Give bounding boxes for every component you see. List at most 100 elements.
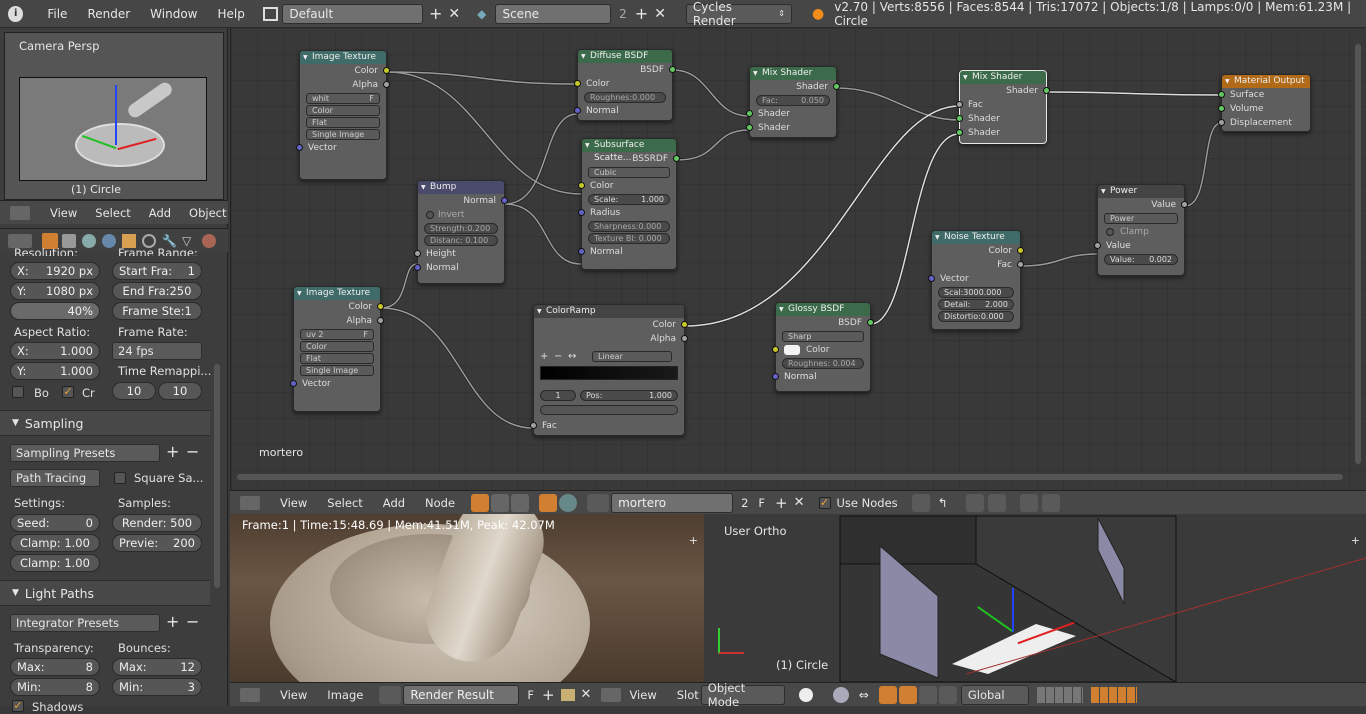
compositing-nodes-icon[interactable] (511, 493, 530, 512)
texture-blur-field[interactable]: Texture Bl: 0.000 (588, 233, 670, 244)
volume-input-socket[interactable] (1218, 105, 1225, 112)
image-fake-user-button[interactable]: F (527, 688, 534, 702)
add-material-button[interactable]: + (775, 494, 788, 512)
start-frame-field[interactable]: Start Fra: 1 (112, 262, 202, 280)
transp-min-field[interactable]: Min: 8 (10, 678, 100, 696)
add-preset-button[interactable]: + (166, 442, 179, 461)
projection-select[interactable]: Flat (300, 353, 374, 364)
node-noise-texture[interactable]: Noise Texture Color Fac Vector Scal:3000… (928, 230, 1024, 330)
fac-input-socket[interactable] (530, 422, 537, 429)
go-parent-icon[interactable]: ↰ (938, 496, 948, 510)
node-header[interactable]: Power (1098, 185, 1184, 198)
stop-index-field[interactable]: 1 (540, 390, 576, 401)
node-header[interactable]: Subsurface Scatte... (582, 139, 676, 163)
manipulator-z[interactable] (1012, 588, 1014, 632)
menu-help[interactable]: Help (218, 7, 245, 21)
translate-manipulator-icon[interactable] (878, 685, 897, 704)
border-checkbox[interactable] (12, 386, 24, 398)
rotate-manipulator-icon[interactable] (898, 685, 917, 704)
color-space-select[interactable]: Color (306, 105, 380, 116)
fake-user-button[interactable]: F (758, 496, 765, 510)
shader-output-socket[interactable] (833, 83, 840, 90)
preview-samples-field[interactable]: Previe: 200 (112, 534, 202, 552)
remove-preset-button[interactable]: − (186, 442, 199, 461)
info-icon[interactable]: i (8, 5, 24, 22)
fake-user-toggle[interactable]: F (369, 94, 374, 103)
distortion-field[interactable]: Distortio:0.000 (938, 311, 1014, 322)
bsdf-output-socket[interactable] (867, 319, 874, 326)
node-material-output[interactable]: Material Output Surface Volume Displacem… (1218, 74, 1311, 132)
alpha-output-socket[interactable] (383, 81, 390, 88)
shading-sphere-icon[interactable] (798, 687, 813, 702)
value-field[interactable]: Value: 0.002 (1104, 254, 1178, 265)
node-header[interactable]: Glossy BSDF (776, 303, 870, 316)
normal-input-socket[interactable] (414, 264, 421, 271)
view3d-editor-type-icon[interactable] (601, 687, 622, 702)
position-field[interactable]: Pos: 1.000 (580, 390, 678, 401)
roughness-field[interactable]: Roughnes:0.000 (584, 92, 666, 103)
new-image-button[interactable]: + (542, 686, 555, 704)
menu-file[interactable]: File (47, 7, 67, 21)
normal-input-socket[interactable] (772, 373, 779, 380)
clamp-checkbox[interactable] (1106, 228, 1114, 236)
transform-orientation-icon[interactable] (938, 685, 957, 704)
strength-field[interactable]: Strength:0.200 (424, 223, 498, 234)
node-header[interactable]: Noise Texture (932, 231, 1020, 244)
source-select[interactable]: Single Image (306, 129, 380, 140)
node-header[interactable]: Bump (418, 181, 504, 194)
editor-type-icon[interactable] (10, 205, 30, 220)
world-tab-icon[interactable] (102, 233, 116, 248)
normal-output-socket[interactable] (501, 197, 508, 204)
res-x-field[interactable]: X: 1920 px (10, 262, 100, 280)
material-name-field[interactable]: mortero (611, 492, 734, 513)
properties-scrollbar[interactable] (214, 364, 220, 588)
remove-stop-button[interactable]: − (554, 351, 568, 362)
scene-field[interactable]: Scene (495, 3, 612, 24)
node-header[interactable]: Mix Shader (750, 67, 836, 80)
left-menu-add[interactable]: Add (149, 206, 171, 220)
bounce-min-field[interactable]: Min: 3 (112, 678, 202, 696)
open-image-button[interactable] (560, 688, 575, 701)
integrator-presets-select[interactable]: Integrator Presets (10, 614, 160, 632)
color-input-socket[interactable] (574, 80, 581, 87)
color-input-socket[interactable] (772, 346, 779, 353)
projection-select[interactable]: Flat (306, 117, 380, 128)
fake-user-toggle[interactable]: F (363, 330, 368, 339)
node-editor-vscrollbar[interactable] (1355, 44, 1361, 464)
source-select[interactable]: Single Image (300, 365, 374, 376)
scale-manipulator-icon[interactable] (918, 685, 937, 704)
res-percent-field[interactable]: 40% (10, 302, 100, 320)
object-shader-icon[interactable] (539, 493, 558, 512)
node-editor-hscrollbar[interactable] (237, 474, 1343, 480)
close-scene-button[interactable]: ✕ (654, 6, 666, 22)
node-mix-shader-1[interactable]: Mix Shader Shader Fac: 0.050 Shader Shade… (746, 66, 840, 138)
bssrdf-output-socket[interactable] (673, 155, 680, 162)
path-tracing-select[interactable]: Path Tracing (10, 469, 100, 487)
radius-input-socket[interactable] (578, 209, 585, 216)
stop-color-swatch[interactable] (540, 405, 678, 415)
value-input-socket[interactable] (1094, 242, 1101, 249)
copy-nodes-icon[interactable] (1019, 493, 1038, 512)
node-subsurface-scattering[interactable]: Subsurface Scatte... BSSRDF Cubic Color … (578, 138, 680, 270)
square-samples-checkbox[interactable] (114, 472, 126, 484)
sampling-panel-header[interactable]: ▼ Sampling (0, 410, 210, 436)
detail-field[interactable]: Detail: 2.000 (938, 299, 1014, 310)
unlink-material-button[interactable]: ✕ (794, 495, 805, 510)
left-menu-select[interactable]: Select (95, 206, 130, 220)
flip-ramp-button[interactable]: ↔ (568, 351, 588, 362)
material-browse-icon[interactable] (587, 493, 610, 512)
height-input-socket[interactable] (414, 250, 421, 257)
normal-input-socket[interactable] (578, 248, 585, 255)
color-ramp-gradient[interactable] (540, 366, 678, 380)
node-menu-view[interactable]: View (280, 496, 307, 510)
scene-icon[interactable]: ◆ (474, 7, 489, 21)
orientation-select[interactable]: Global (960, 684, 1029, 705)
fac-field[interactable]: Fac: 0.050 (756, 95, 830, 106)
node-glossy-bsdf[interactable]: Glossy BSDF BSDF Sharp Color Roughnes: 0… (772, 302, 874, 392)
node-header[interactable]: ColorRamp (534, 305, 684, 318)
crop-checkbox[interactable]: ✓ (62, 386, 74, 398)
shader-output-socket[interactable] (1043, 87, 1050, 94)
left-menu-object[interactable]: Object (189, 206, 226, 220)
node-math-power[interactable]: Power Value Power Clamp Value Value: 0.00… (1094, 184, 1188, 276)
node-diffuse-bsdf[interactable]: Diffuse BSDF BSDF Color Roughnes:0.000 N… (574, 49, 676, 121)
